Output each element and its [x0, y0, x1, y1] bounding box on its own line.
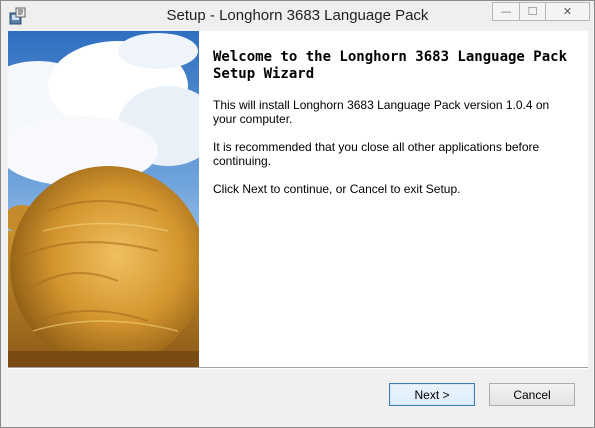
wizard-content: Welcome to the Longhorn 3683 Language Pa…: [8, 31, 588, 367]
close-icon: ✕: [562, 5, 573, 18]
title-bar[interactable]: Setup - Longhorn 3683 Language Pack — ☐ …: [1, 1, 594, 31]
continue-instructions-text: Click Next to continue, or Cancel to exi…: [213, 182, 461, 196]
close-button[interactable]: ✕: [545, 2, 590, 21]
minimize-icon: —: [500, 5, 512, 18]
minimize-button[interactable]: —: [492, 2, 519, 21]
maximize-icon: ☐: [527, 5, 538, 18]
next-button[interactable]: Next >: [389, 383, 475, 406]
close-apps-text: It is recommended that you close all oth…: [213, 140, 540, 168]
hay-bale-photo: [8, 31, 199, 367]
divider-highlight: [8, 368, 588, 369]
wizard-heading: Welcome to the Longhorn 3683 Language Pa…: [213, 49, 568, 82]
maximize-button[interactable]: ☐: [519, 2, 545, 21]
install-info-text: This will install Longhorn 3683 Language…: [213, 98, 550, 126]
cancel-button[interactable]: Cancel: [489, 383, 575, 406]
setup-window: Setup - Longhorn 3683 Language Pack — ☐ …: [0, 0, 595, 428]
